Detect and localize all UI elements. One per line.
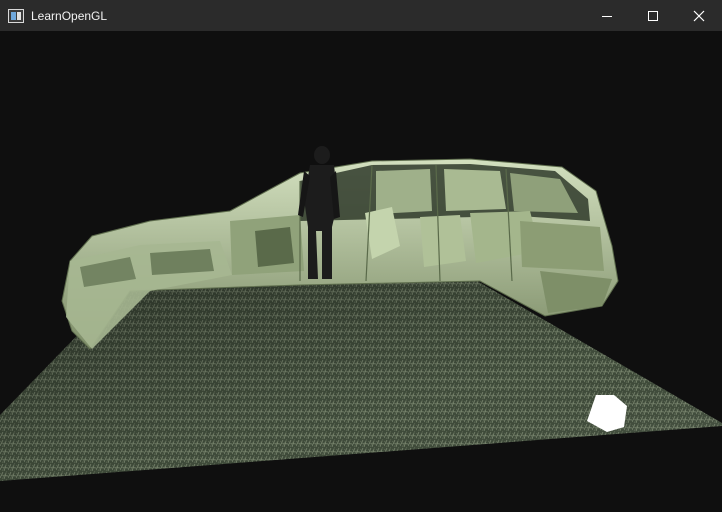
app-window-icon <box>8 8 24 23</box>
title-bar[interactable]: LearnOpenGL <box>0 0 722 32</box>
window-title: LearnOpenGL <box>31 8 108 23</box>
close-icon <box>693 10 705 21</box>
scene-render <box>0 146 722 481</box>
close-button[interactable] <box>676 0 722 31</box>
minimize-icon <box>602 15 612 17</box>
window-controls <box>584 0 722 31</box>
minimize-button[interactable] <box>584 0 630 31</box>
app-window: LearnOpenGL <box>0 0 722 512</box>
opengl-viewport[interactable] <box>0 31 722 512</box>
maximize-button[interactable] <box>630 0 676 31</box>
maximize-icon <box>648 10 658 21</box>
